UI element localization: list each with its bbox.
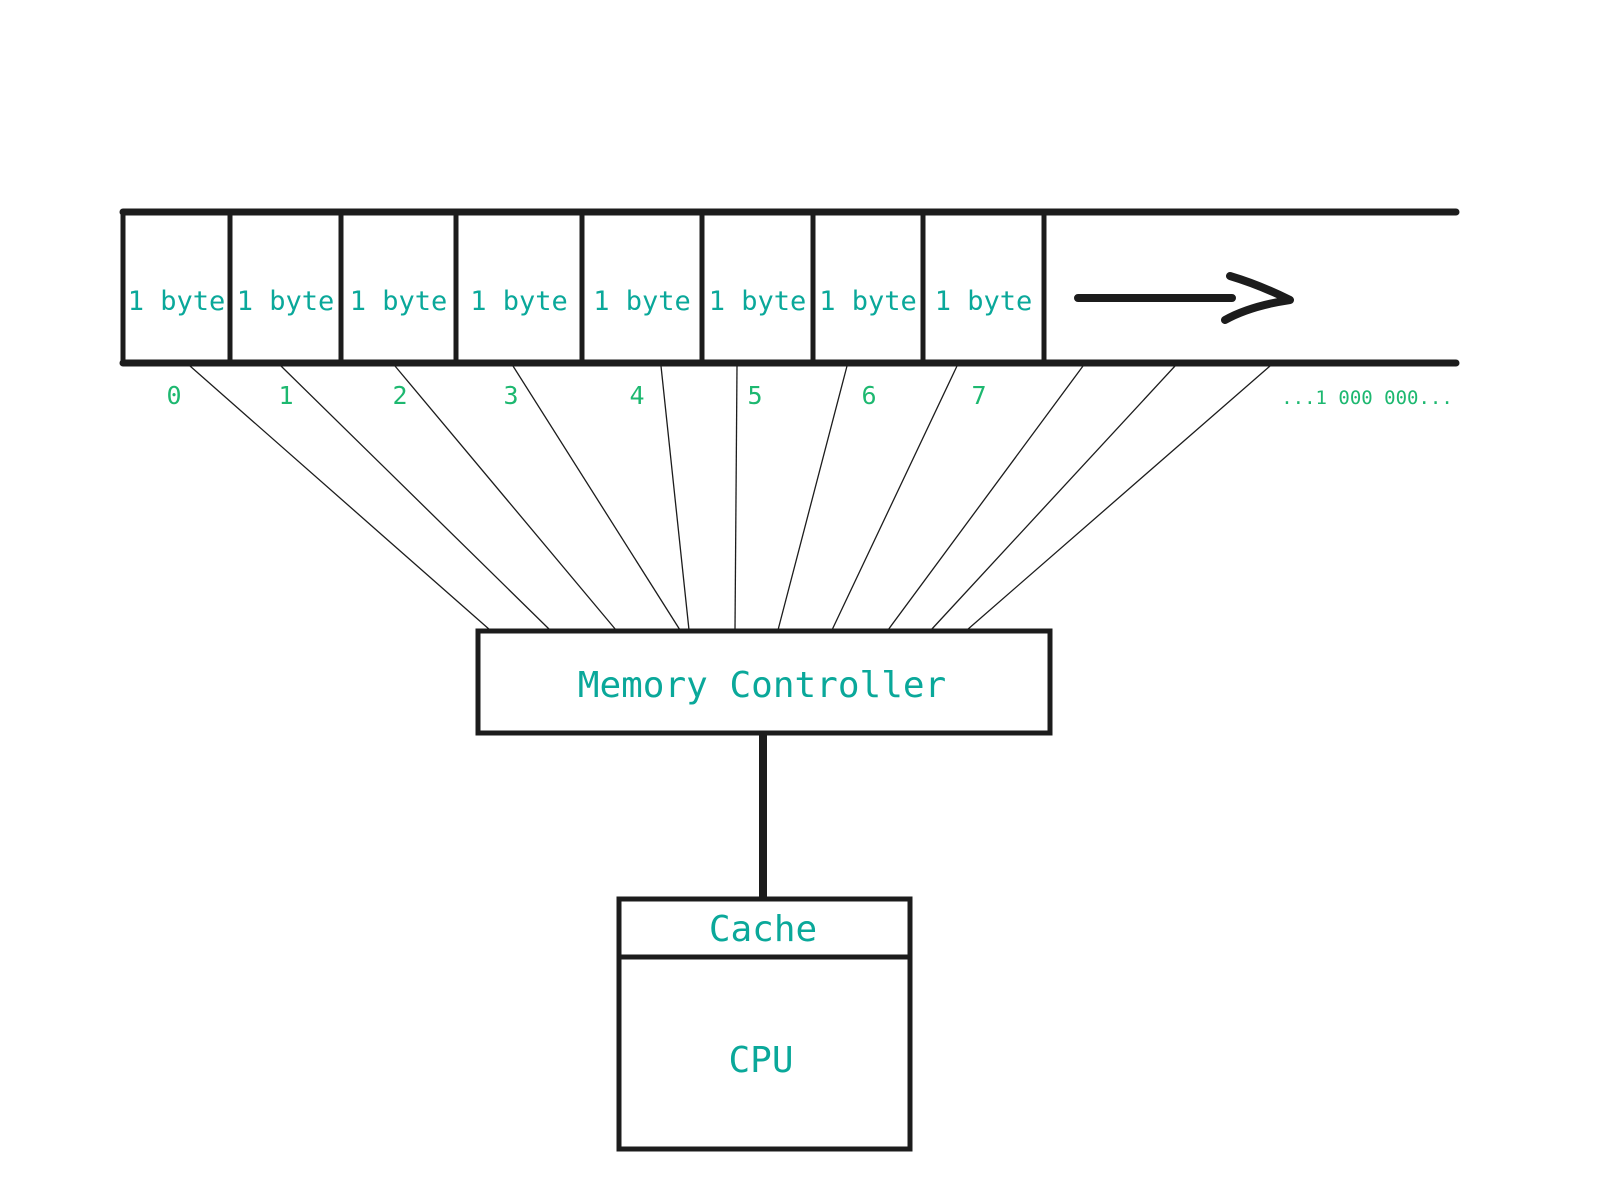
address-index: 0 — [166, 381, 181, 410]
cpu-label: CPU — [728, 1040, 793, 1081]
address-index: 2 — [392, 381, 407, 410]
address-line — [966, 365, 1271, 631]
address-line — [734, 365, 738, 631]
memory-cell-label: 1 byte — [350, 286, 448, 317]
address-line — [660, 365, 690, 631]
address-index: 4 — [629, 381, 644, 410]
address-lines — [189, 365, 1271, 631]
more-bytes-label: ...1 000 000... — [1281, 387, 1453, 409]
address-index: 1 — [278, 381, 293, 410]
address-index: 3 — [503, 381, 518, 410]
memory-cell-label: 1 byte — [819, 286, 917, 317]
memory-cell-label: 1 byte — [709, 286, 807, 317]
address-index: 5 — [747, 381, 762, 410]
address-line — [831, 365, 958, 631]
address-line — [512, 365, 681, 631]
memory-cell-label: 1 byte — [935, 286, 1033, 317]
address-index: 7 — [971, 381, 986, 410]
cache-label: Cache — [709, 909, 817, 950]
memory-cell-label: 1 byte — [237, 286, 335, 317]
address-index: 6 — [861, 381, 876, 410]
memory-cell-label: 1 byte — [593, 286, 691, 317]
address-line — [189, 365, 491, 631]
memory-cell-label: 1 byte — [470, 286, 568, 317]
memory-cell-label: 1 byte — [128, 286, 226, 317]
continues-arrow-icon — [1074, 272, 1294, 324]
address-line — [777, 365, 848, 631]
memory-controller-label: Memory Controller — [578, 665, 946, 706]
memory-diagram: 1 byte 0 1 byte 1 1 byte 2 1 byte 3 1 byte 4 1 byt… — [119, 208, 1460, 1152]
